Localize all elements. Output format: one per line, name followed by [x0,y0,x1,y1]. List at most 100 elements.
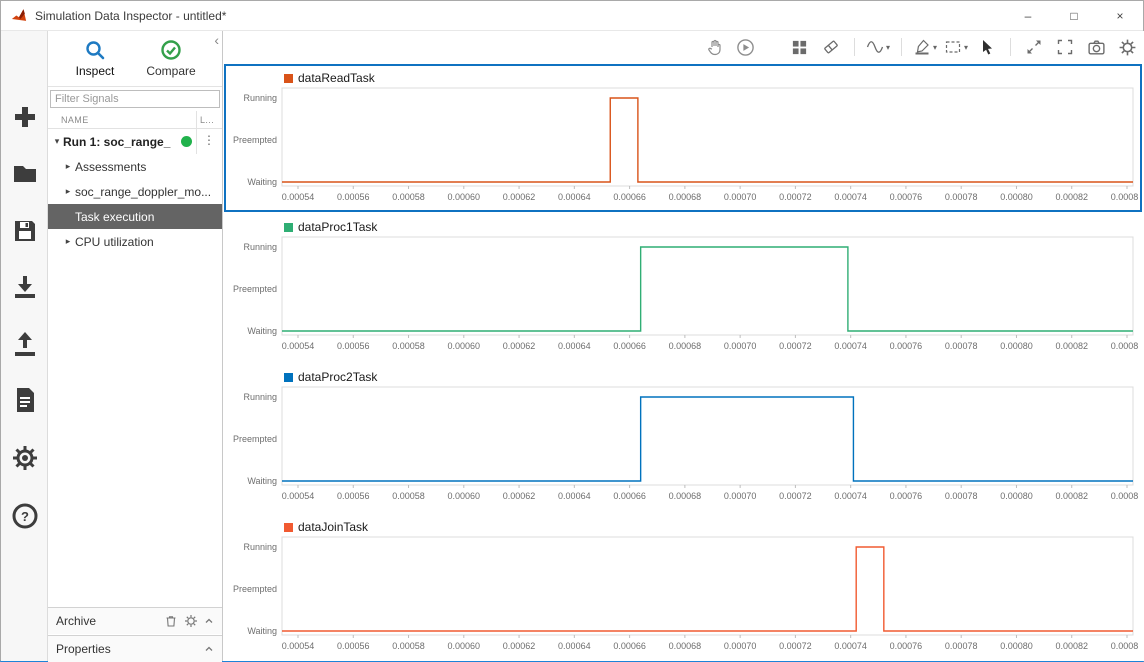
chart-dataProc1Task[interactable]: dataProc1Task RunningPreemptedWaiting0.0… [224,213,1142,361]
svg-text:0.00054: 0.00054 [282,641,315,651]
svg-text:Running: Running [243,93,277,103]
zoom-select-button[interactable]: ▾ [944,38,968,56]
play-circle-icon [736,38,755,57]
properties-section-header[interactable]: Properties [48,635,222,662]
svg-text:0.00072: 0.00072 [779,192,812,202]
step-plot-dataReadTask[interactable]: RunningPreemptedWaiting0.000540.000560.0… [226,86,1138,210]
expand-icon[interactable]: ▸ [62,161,74,172]
close-button[interactable]: × [1097,1,1143,30]
svg-text:0.00076: 0.00076 [890,641,923,651]
svg-text:Preempted: Preempted [233,135,277,145]
collapse-archive-chevron-icon[interactable] [204,616,214,626]
export-icon [10,329,40,359]
svg-text:0.00054: 0.00054 [282,491,315,501]
preferences-button[interactable] [9,442,40,473]
legend-swatch [284,373,293,382]
svg-text:0.00060: 0.00060 [448,641,481,651]
subplot-layout-button[interactable] [788,35,812,59]
expand-icon[interactable]: ▸ [62,236,74,247]
pan-hand-icon [706,38,724,56]
fit-to-view-button[interactable] [1022,35,1046,59]
tree-item-cpu-utilization[interactable]: ▸CPU utilization [48,229,222,254]
legend-swatch [284,523,293,532]
create-report-button[interactable] [9,384,40,415]
trash-icon[interactable] [164,614,178,628]
new-button[interactable] [9,101,40,132]
legend-swatch [284,223,293,232]
fullscreen-brackets-icon [1056,38,1074,56]
signal-style-button[interactable]: ▾ [866,38,890,56]
signal-tree: ▸Assessments▸soc_range_doppler_mo...Task… [48,154,222,254]
snapshot-button[interactable] [1084,35,1108,59]
window-title: Simulation Data Inspector - untitled* [35,9,226,23]
svg-text:0.00060: 0.00060 [448,491,481,501]
svg-text:0.00070: 0.00070 [724,641,757,651]
highlight-button[interactable]: ▾ [913,38,937,56]
archive-section-header[interactable]: Archive [48,607,222,634]
tree-item-label: soc_range_doppler_mo... [75,185,211,199]
tab-compare[interactable]: Compare [138,35,204,86]
svg-text:0.00080: 0.00080 [1000,491,1033,501]
collapse-properties-chevron-icon[interactable] [204,644,214,654]
pan-button[interactable] [703,35,727,59]
svg-text:0.00056: 0.00056 [337,641,370,651]
expand-icon[interactable]: ▸ [62,186,74,197]
svg-text:Running: Running [243,542,277,552]
camera-icon [1087,38,1106,57]
check-circle-icon [160,39,182,61]
run-row[interactable]: ▾ Run 1: soc_range_ ⋮ [48,129,222,154]
svg-text:0.00062: 0.00062 [503,341,536,351]
minimize-button[interactable]: – [1005,1,1051,30]
legend-label: dataProc2Task [298,370,377,384]
tab-compare-label: Compare [146,64,195,78]
svg-text:0.00078: 0.00078 [945,641,978,651]
tab-inspect-label: Inspect [76,64,115,78]
step-plot-dataProc1Task[interactable]: RunningPreemptedWaiting0.000540.000560.0… [226,235,1138,359]
plot-toolbar: ▾ ▾ ▾ [703,31,1139,63]
svg-text:0.00078: 0.00078 [945,491,978,501]
svg-text:0.00074: 0.00074 [834,491,867,501]
report-icon [10,385,40,415]
chart-legend: dataReadTask [226,66,1140,86]
svg-text:0.00058: 0.00058 [392,491,425,501]
plus-icon [10,102,40,132]
svg-text:0.00068: 0.00068 [669,192,702,202]
step-plot-dataProc2Task[interactable]: RunningPreemptedWaiting0.000540.000560.0… [226,385,1138,509]
clear-plots-button[interactable] [819,35,843,59]
maximize-button[interactable]: □ [1051,1,1097,30]
chart-dataReadTask[interactable]: dataReadTask RunningPreemptedWaiting0.00… [224,64,1142,212]
save-button[interactable] [9,215,40,246]
tree-item-task-execution[interactable]: Task execution [48,204,222,229]
fullscreen-button[interactable] [1053,35,1077,59]
filter-signals-input[interactable] [50,90,220,108]
svg-text:Preempted: Preempted [233,284,277,294]
tab-inspect[interactable]: Inspect [62,35,128,86]
open-button[interactable] [9,158,40,189]
svg-text:0.00064: 0.00064 [558,192,591,202]
help-button[interactable]: ? [9,500,40,531]
svg-text:0.00072: 0.00072 [779,341,812,351]
legend-label: dataReadTask [298,71,375,85]
tree-item-soc-range-doppler-mo-[interactable]: ▸soc_range_doppler_mo... [48,179,222,204]
chevron-down-icon: ▾ [933,43,937,52]
run-menu-icon[interactable]: ⋮ [203,133,215,147]
import-icon [10,272,40,302]
archive-settings-gear-icon[interactable] [184,614,198,628]
svg-text:0.00084: 0.00084 [1111,491,1138,501]
chart-dataProc2Task[interactable]: dataProc2Task RunningPreemptedWaiting0.0… [224,363,1142,511]
import-button[interactable] [9,271,40,302]
column-name: NAME [61,115,89,125]
tree-item-assessments[interactable]: ▸Assessments [48,154,222,179]
legend-swatch [284,74,293,83]
run-expander-icon[interactable]: ▾ [51,136,63,147]
svg-text:0.00054: 0.00054 [282,341,315,351]
chart-dataJoinTask[interactable]: dataJoinTask RunningPreemptedWaiting0.00… [224,513,1142,661]
step-plot-dataJoinTask[interactable]: RunningPreemptedWaiting0.000540.000560.0… [226,535,1138,659]
export-button[interactable] [9,328,40,359]
signals-panel: ‹ Inspect Compare NAME L... ▾ Run 1: soc… [48,31,223,661]
svg-text:0.00072: 0.00072 [779,641,812,651]
replay-button[interactable] [734,35,758,59]
pointer-button[interactable] [975,35,999,59]
sidebar-tabs: Inspect Compare [48,35,222,87]
settings-button[interactable] [1115,35,1139,59]
